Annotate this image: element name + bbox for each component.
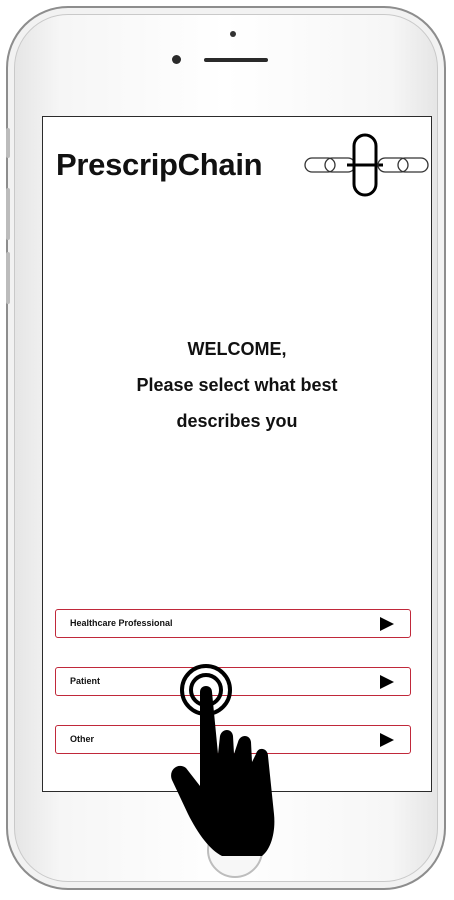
- tap-hand-icon: [171, 664, 275, 856]
- play-arrow-icon: [380, 733, 394, 747]
- chain-link-icon: [304, 133, 429, 197]
- welcome-prompt-line2: describes you: [176, 411, 298, 431]
- welcome-prompt-line1: Please select what best: [136, 375, 338, 395]
- healthcare-professional-button[interactable]: Healthcare Professional: [55, 609, 411, 638]
- proximity-sensor: [230, 31, 236, 37]
- play-arrow-icon: [380, 617, 394, 631]
- welcome-message: WELCOME, Please select what best describ…: [43, 331, 431, 439]
- mute-switch: [6, 128, 10, 158]
- app-header: PrescripChain: [53, 129, 429, 201]
- option-label: Patient: [70, 676, 101, 686]
- option-label: Healthcare Professional: [70, 618, 173, 628]
- earpiece-speaker: [204, 58, 268, 62]
- welcome-heading: WELCOME,: [187, 339, 287, 359]
- front-camera-icon: [172, 55, 181, 64]
- option-label: Other: [70, 734, 95, 744]
- volume-down-button: [6, 252, 10, 304]
- app-brand-name: PrescripChain: [56, 147, 263, 182]
- play-arrow-icon: [380, 675, 394, 689]
- volume-up-button: [6, 188, 10, 240]
